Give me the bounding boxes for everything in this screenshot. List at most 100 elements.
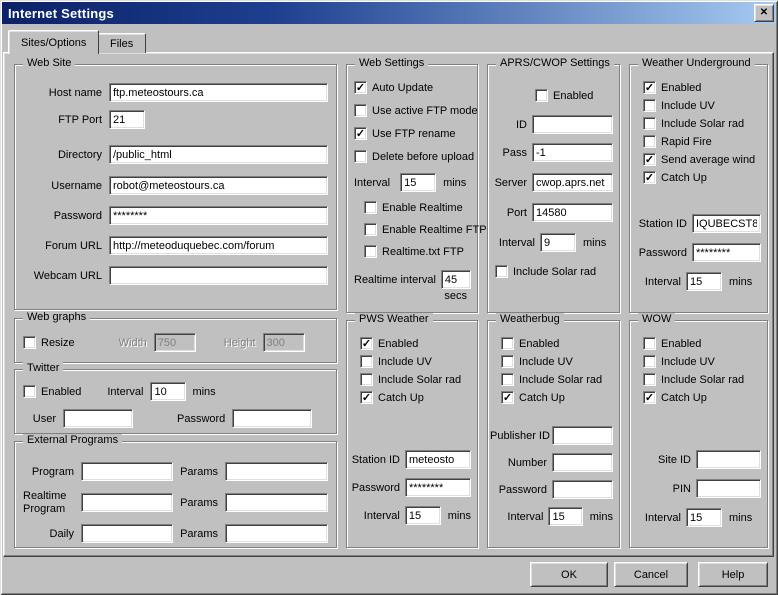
wu-include-solar-checkbox[interactable]	[643, 117, 656, 130]
host-name-input[interactable]	[109, 83, 328, 102]
wb-include-uv-checkbox[interactable]	[501, 355, 514, 368]
active-ftp-mode-checkbox[interactable]	[354, 104, 367, 117]
aprs-id-input[interactable]	[532, 115, 613, 134]
twitter-interval-input[interactable]	[150, 382, 186, 401]
pws-include-uv-checkbox[interactable]	[360, 355, 373, 368]
aprs-port-input[interactable]	[532, 203, 613, 222]
pws-include-uv-label: Include UV	[378, 356, 432, 368]
wb-enabled-checkbox[interactable]	[501, 337, 514, 350]
wow-catch-up-checkbox[interactable]: ✓	[643, 391, 656, 404]
forum-url-label: Forum URL	[23, 240, 109, 252]
wow-interval-input[interactable]	[686, 508, 722, 527]
group-weather-underground: Weather Underground ✓ Enabled Include UV…	[629, 64, 768, 313]
username-input[interactable]	[109, 176, 328, 195]
wow-include-uv-checkbox[interactable]	[643, 355, 656, 368]
wu-password-input[interactable]	[692, 243, 761, 262]
wb-password-label: Password	[490, 484, 552, 496]
wu-rapid-fire-checkbox[interactable]	[643, 135, 656, 148]
group-external-programs-title: External Programs	[23, 434, 122, 446]
twitter-user-input[interactable]	[63, 409, 133, 428]
wow-pin-label: PIN	[634, 483, 696, 495]
tab-files[interactable]: Files	[97, 33, 146, 53]
password-label: Password	[23, 210, 109, 222]
wu-station-id-label: Station ID	[634, 218, 692, 230]
wow-include-solar-checkbox[interactable]	[643, 373, 656, 386]
tab-sites-options[interactable]: Sites/Options	[8, 30, 99, 54]
aprs-interval-input[interactable]	[540, 233, 576, 252]
forum-url-input[interactable]	[109, 236, 328, 255]
wb-interval-input[interactable]	[548, 507, 582, 526]
ftp-rename-label: Use FTP rename	[372, 128, 456, 140]
wu-include-uv-checkbox[interactable]	[643, 99, 656, 112]
pws-enabled-checkbox[interactable]: ✓	[360, 337, 373, 350]
aprs-server-label: Server	[492, 177, 532, 189]
daily-input[interactable]	[81, 524, 173, 543]
wow-interval-label: Interval	[634, 512, 686, 524]
resize-checkbox[interactable]	[23, 336, 36, 349]
wb-catch-up-checkbox[interactable]: ✓	[501, 391, 514, 404]
program-input[interactable]	[81, 462, 173, 481]
group-web-graphs-title: Web graphs	[23, 311, 90, 323]
password-input[interactable]	[109, 206, 328, 225]
wu-enabled-checkbox[interactable]: ✓	[643, 81, 656, 94]
help-button[interactable]: Help	[698, 562, 768, 587]
realtime-program-input[interactable]	[81, 493, 173, 512]
enable-realtime-ftp-checkbox[interactable]	[364, 223, 377, 236]
webcam-url-input[interactable]	[109, 266, 328, 285]
enable-realtime-checkbox[interactable]	[364, 201, 377, 214]
group-external-programs: External Programs Program Params Realtim…	[14, 441, 337, 548]
wu-catch-up-label: Catch Up	[661, 172, 707, 184]
pws-password-input[interactable]	[405, 478, 471, 497]
wb-include-solar-checkbox[interactable]	[501, 373, 514, 386]
program-label: Program	[23, 466, 81, 478]
pws-catch-up-checkbox[interactable]: ✓	[360, 391, 373, 404]
twitter-enabled-checkbox[interactable]	[23, 385, 36, 398]
directory-input[interactable]	[109, 145, 328, 164]
ftp-rename-checkbox[interactable]: ✓	[354, 127, 367, 140]
delete-before-upload-checkbox[interactable]	[354, 150, 367, 163]
pws-interval-input[interactable]	[405, 506, 441, 525]
wb-publisher-id-input[interactable]	[552, 426, 613, 445]
close-icon: ✕	[760, 8, 768, 18]
wb-number-input[interactable]	[552, 453, 613, 472]
daily-params-input[interactable]	[225, 524, 328, 543]
ftp-port-input[interactable]	[109, 110, 145, 129]
aprs-server-input[interactable]	[532, 173, 613, 192]
pws-include-solar-checkbox[interactable]	[360, 373, 373, 386]
wu-send-average-wind-checkbox[interactable]: ✓	[643, 153, 656, 166]
aprs-pass-input[interactable]	[532, 143, 613, 162]
cancel-button[interactable]: Cancel	[614, 562, 688, 587]
wb-include-solar-label: Include Solar rad	[519, 374, 602, 386]
wow-enabled-checkbox[interactable]	[643, 337, 656, 350]
group-aprs-cwop-title: APRS/CWOP Settings	[496, 57, 614, 69]
wu-password-label: Password	[634, 247, 692, 259]
group-wow: WOW Enabled Include UV Include Solar rad…	[629, 320, 768, 548]
wu-interval-input[interactable]	[686, 272, 722, 291]
wow-site-id-input[interactable]	[696, 450, 761, 469]
delete-before-upload-label: Delete before upload	[372, 151, 474, 163]
wow-catch-up-label: Catch Up	[661, 392, 707, 404]
aprs-include-solar-checkbox[interactable]	[495, 265, 508, 278]
wb-password-input[interactable]	[552, 480, 613, 499]
realtime-txt-ftp-checkbox[interactable]	[364, 245, 377, 258]
ok-button[interactable]: OK	[530, 562, 608, 587]
wow-pin-input[interactable]	[696, 479, 761, 498]
realtime-interval-input[interactable]	[441, 270, 471, 289]
realtime-params-input[interactable]	[225, 493, 328, 512]
wu-catch-up-checkbox[interactable]: ✓	[643, 171, 656, 184]
group-weatherbug: Weatherbug Enabled Include UV Include So…	[487, 320, 620, 548]
auto-update-checkbox[interactable]: ✓	[354, 81, 367, 94]
pws-station-id-input[interactable]	[405, 450, 471, 469]
wb-include-uv-label: Include UV	[519, 356, 573, 368]
twitter-password-input[interactable]	[232, 409, 312, 428]
resize-label: Resize	[41, 337, 75, 349]
close-button[interactable]: ✕	[754, 4, 774, 22]
wu-station-id-input[interactable]	[692, 214, 761, 233]
program-params-input[interactable]	[225, 462, 328, 481]
web-interval-input[interactable]	[400, 173, 436, 192]
aprs-interval-label: Interval	[492, 237, 540, 249]
group-web-settings: Web Settings ✓ Auto Update Use active FT…	[346, 64, 478, 313]
ftp-port-label: FTP Port	[23, 114, 109, 126]
wu-interval-label: Interval	[634, 276, 686, 288]
aprs-enabled-checkbox[interactable]	[535, 89, 548, 102]
